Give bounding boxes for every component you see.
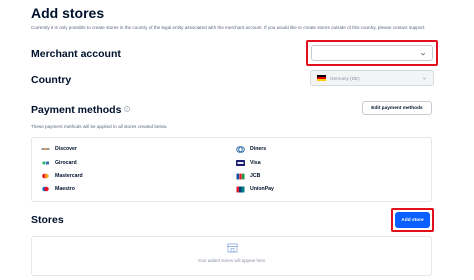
payment-method-name: Diners (250, 146, 267, 152)
payment-method-name: Visa (250, 160, 261, 166)
payment-methods-label: Payment methods (31, 104, 122, 116)
country-value: Germany (DE) (330, 75, 360, 81)
merchant-account-highlight (306, 40, 438, 66)
add-store-button[interactable]: Add store (395, 212, 430, 228)
payment-method-name: UnionPay (250, 186, 274, 192)
stores-label: Stores (31, 214, 64, 226)
stores-empty-text: Your added stores will appear here (197, 258, 266, 263)
payment-method-item: Visa (236, 160, 261, 166)
edit-payment-methods-button[interactable]: Edit payment methods (362, 101, 432, 115)
jcb-logo-icon (236, 173, 245, 179)
payment-methods-card: Discover Diners Girocard Visa Mastercard… (31, 137, 432, 202)
discover-logo-icon (41, 146, 50, 152)
info-icon[interactable] (124, 106, 131, 113)
payment-method-name: Discover (55, 146, 77, 152)
payment-methods-heading: Payment methods (31, 104, 131, 116)
girocard-logo-icon (41, 160, 50, 166)
add-store-highlight: Add store (391, 208, 434, 232)
payment-method-item: Diners (236, 145, 267, 153)
maestro-logo-icon (41, 186, 50, 192)
country-select: Germany (DE) (310, 70, 434, 86)
payment-method-item: Discover (41, 146, 77, 152)
chevron-down-icon (420, 52, 426, 56)
payment-method-name: Maestro (55, 186, 75, 192)
merchant-account-label: Merchant account (31, 48, 121, 60)
payment-method-name: JCB (250, 173, 261, 179)
payment-method-item: Mastercard (41, 173, 83, 179)
merchant-account-select[interactable] (311, 45, 433, 61)
visa-logo-icon (236, 160, 245, 166)
payment-method-item: Maestro (41, 186, 75, 192)
stores-empty-card: Your added stores will appear here (31, 236, 432, 276)
payment-methods-note: These payment methods will be applied to… (31, 124, 168, 129)
payment-method-name: Girocard (55, 160, 77, 166)
store-icon (227, 243, 238, 253)
germany-flag-icon (317, 75, 326, 81)
intro-text: Currently it is only possible to create … (31, 25, 426, 30)
diners-logo-icon (236, 145, 245, 153)
chevron-down-icon (422, 77, 427, 80)
payment-method-item: UnionPay (236, 186, 274, 192)
payment-method-item: JCB (236, 173, 260, 179)
payment-method-item: Girocard (41, 160, 77, 166)
mastercard-logo-icon (41, 173, 50, 179)
country-label: Country (31, 74, 72, 86)
unionpay-logo-icon (236, 186, 245, 192)
page-title: Add stores (31, 5, 105, 21)
payment-method-name: Mastercard (55, 173, 83, 179)
